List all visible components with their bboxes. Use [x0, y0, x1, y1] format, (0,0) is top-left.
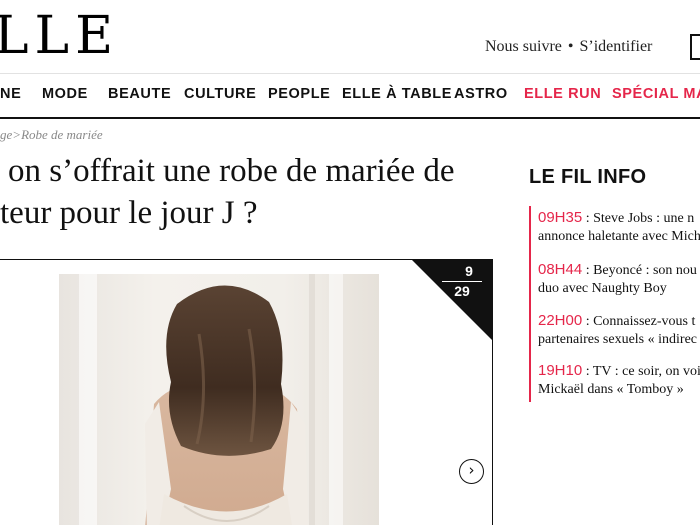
fil-info-item[interactable]: 19H10 : TV : ce soir, on voit Mickaël da… [538, 362, 700, 399]
fil-info-text: : Steve Jobs : une n [582, 211, 695, 226]
nav-divider-bottom [0, 117, 700, 119]
nav-item-mode[interactable]: MODE [42, 86, 88, 102]
fil-info-text: : TV : ce soir, on voit [582, 364, 700, 379]
login-link[interactable]: S’identifier [580, 38, 653, 55]
nav-divider-top [0, 73, 700, 74]
nav-item-people[interactable]: PEOPLE [268, 86, 330, 102]
fil-info-text-line2: duo avec Naughty Boy [538, 281, 667, 296]
fil-info-item[interactable]: 08H44 : Beyoncé : son nou duo avec Naugh… [538, 261, 700, 298]
nav-item-special[interactable]: SPÉCIAL MA [612, 86, 700, 102]
chevron-right-icon[interactable]: › [459, 459, 484, 484]
nav-item-elle-run[interactable]: ELLE RUN [524, 86, 601, 102]
fil-info-time: 19H10 [538, 362, 583, 379]
fil-info-timeline-bar [529, 206, 531, 402]
nav-item-culture[interactable]: CULTURE [184, 86, 256, 102]
article-title-line1: on s’offrait une robe de mariée de [8, 153, 455, 189]
fil-info-time: 22H00 [538, 312, 583, 329]
fil-info-title: LE FIL INFO [529, 166, 647, 188]
slideshow-photo [59, 274, 379, 525]
fil-info-text: : Beyoncé : son nou [582, 263, 697, 278]
breadcrumb-separator: > [12, 127, 22, 142]
nav-item-maison[interactable]: NE [0, 86, 21, 102]
breadcrumb-parent[interactable]: ge [0, 127, 12, 142]
fil-info-item[interactable]: 09H35 : Steve Jobs : une n annonce halet… [538, 209, 700, 246]
slide-total: 29 [442, 281, 482, 299]
fil-info-text-line2: Mickaël dans « Tomboy » [538, 382, 684, 397]
search-box-icon[interactable] [690, 34, 700, 60]
slide-counter: 9 29 [442, 264, 482, 299]
breadcrumb-current[interactable]: Robe de mariée [21, 127, 103, 142]
fil-info-time: 09H35 [538, 209, 583, 226]
main-nav: NE MODE BEAUTE CULTURE PEOPLE ELLE À TAB… [0, 86, 700, 106]
fil-info-item[interactable]: 22H00 : Connaissez-vous t partenaires se… [538, 312, 700, 349]
separator-dot: • [567, 38, 574, 55]
article-title: on s’offrait une robe de mariée de teur … [0, 150, 500, 234]
article-title-line2: teur pour le jour J ? [0, 195, 258, 231]
slideshow[interactable]: 9 29 › [0, 259, 493, 525]
fil-info-text-line2: partenaires sexuels « indirec [538, 332, 697, 347]
nav-item-astro[interactable]: ASTRO [454, 86, 508, 102]
elle-logo[interactable]: LLE [0, 8, 119, 64]
follow-link[interactable]: Nous suivre [485, 38, 562, 55]
fil-info-text-line2: annonce haletante avec Mich [538, 229, 700, 244]
fil-info-text: : Connaissez-vous t [582, 314, 696, 329]
nav-item-beaute[interactable]: BEAUTE [108, 86, 171, 102]
slide-current: 9 [465, 263, 473, 279]
nav-item-elle-a-table[interactable]: ELLE À TABLE [342, 86, 452, 102]
top-links: Nous suivre • S’identifier [485, 38, 652, 56]
fil-info-time: 08H44 [538, 261, 583, 278]
breadcrumb: ge>Robe de mariée [0, 127, 103, 143]
